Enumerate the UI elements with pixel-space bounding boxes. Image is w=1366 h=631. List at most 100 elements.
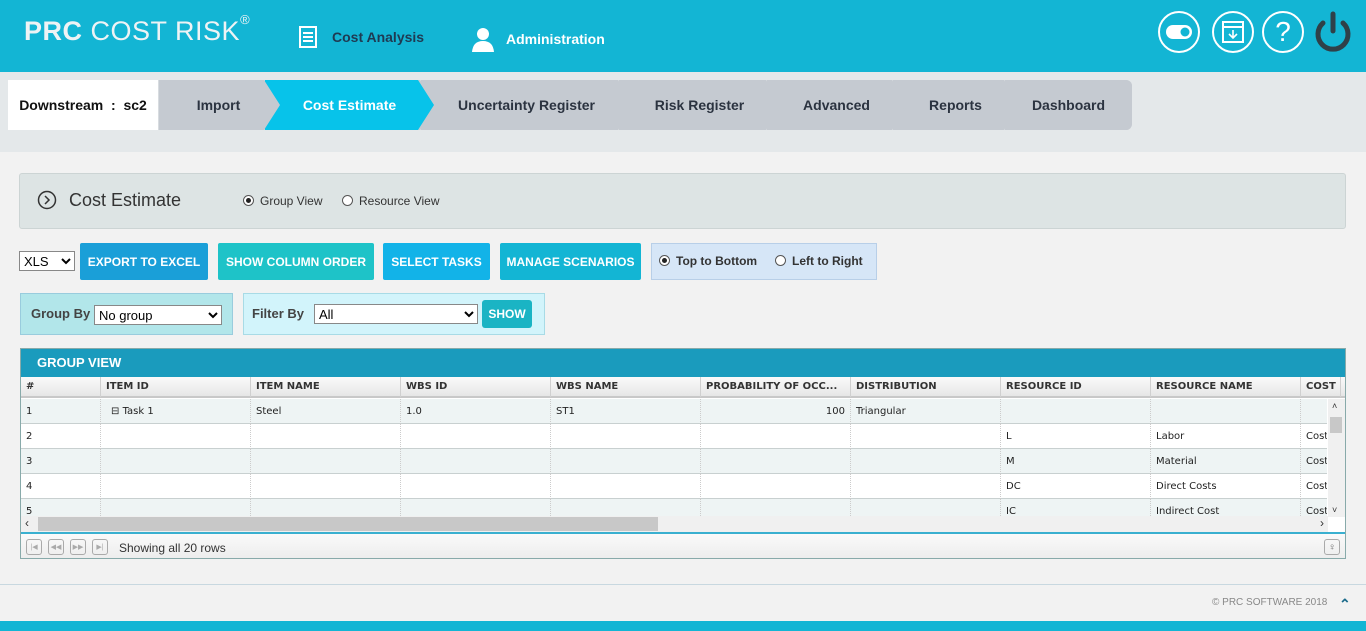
- top-header: PRC COST RISK® Cost Analysis Administrat…: [0, 0, 1366, 72]
- table-cell: [851, 474, 1001, 499]
- table-cell: 4: [21, 474, 101, 499]
- table-cell: [401, 449, 551, 474]
- step-import[interactable]: Import: [158, 80, 278, 130]
- table-row[interactable]: 5 IC Indirect Cost Cost: [21, 499, 1327, 517]
- table-row[interactable]: 2 L Labor Cost: [21, 424, 1327, 449]
- help-icon[interactable]: ?: [1262, 11, 1304, 53]
- column-header[interactable]: COST U: [1301, 377, 1341, 397]
- column-header[interactable]: RESOURCE NAME: [1151, 377, 1301, 397]
- table-cell: 100: [701, 399, 851, 424]
- list-icon: [299, 26, 317, 48]
- toggle-icon[interactable]: [1158, 11, 1200, 53]
- table-cell: [701, 499, 851, 517]
- bottom-bar: [0, 621, 1366, 631]
- format-select[interactable]: XLS: [19, 251, 75, 271]
- table-cell: [851, 424, 1001, 449]
- table-cell: 1: [21, 399, 101, 424]
- column-header[interactable]: ITEM NAME: [251, 377, 401, 397]
- show-column-order-button[interactable]: SHOW COLUMN ORDER: [218, 243, 374, 280]
- project-label: Downstream : sc2: [8, 80, 158, 130]
- resource-view-radio[interactable]: Resource View: [342, 194, 439, 208]
- column-header[interactable]: WBS ID: [401, 377, 551, 397]
- group-view-radio[interactable]: Group View: [243, 194, 322, 208]
- table-cell: [251, 424, 401, 449]
- table-cell: [1301, 399, 1327, 424]
- prev-page-button[interactable]: ◀◀: [48, 539, 64, 555]
- table-cell: Triangular: [851, 399, 1001, 424]
- table-cell: Cost: [1301, 424, 1327, 449]
- manage-scenarios-button[interactable]: MANAGE SCENARIOS: [500, 243, 641, 280]
- table-cell: [701, 449, 851, 474]
- step-reports[interactable]: Reports: [892, 80, 1018, 130]
- table-cell: Indirect Cost: [1151, 499, 1301, 517]
- column-header[interactable]: ITEM ID: [101, 377, 251, 397]
- orientation-group: Top to Bottom Left to Right: [651, 243, 877, 280]
- top-to-bottom-radio[interactable]: Top to Bottom: [659, 254, 757, 268]
- table-cell: [101, 449, 251, 474]
- table-cell: M: [1001, 449, 1151, 474]
- nav-cost-analysis[interactable]: Cost Analysis: [298, 26, 424, 48]
- footer-divider: [0, 584, 1366, 585]
- select-tasks-button[interactable]: SELECT TASKS: [383, 243, 490, 280]
- show-button[interactable]: SHOW: [482, 300, 532, 328]
- copyright: © PRC SOFTWARE 2018: [1212, 597, 1328, 608]
- table-cell: [101, 474, 251, 499]
- table-cell: [401, 499, 551, 517]
- column-header[interactable]: RESOURCE ID: [1001, 377, 1151, 397]
- first-page-button[interactable]: |◀: [26, 539, 42, 555]
- last-page-button[interactable]: ▶|: [92, 539, 108, 555]
- chevron-circle-icon[interactable]: [37, 190, 57, 210]
- table-row[interactable]: 3 M Material Cost: [21, 449, 1327, 474]
- workflow-breadcrumb: Downstream : sc2 Import Cost Estimate Un…: [8, 80, 1132, 130]
- table-cell: ⊟ Task 1: [101, 399, 251, 424]
- filter-by-select[interactable]: All: [314, 304, 478, 324]
- table-cell: [551, 474, 701, 499]
- step-risk-register[interactable]: Risk Register: [618, 80, 780, 130]
- download-window-icon[interactable]: [1212, 11, 1254, 53]
- table-row[interactable]: 1 ⊟ Task 1 Steel 1.0 ST1 100 Triangular: [21, 399, 1327, 424]
- table-cell: 3: [21, 449, 101, 474]
- left-to-right-radio[interactable]: Left to Right: [775, 254, 863, 268]
- table-cell: Cost: [1301, 449, 1327, 474]
- grid-header: # ITEM ID ITEM NAME WBS ID WBS NAME PROBABILI…: [21, 377, 1345, 398]
- table-cell: Direct Costs: [1151, 474, 1301, 499]
- step-cost-estimate[interactable]: Cost Estimate: [264, 80, 434, 130]
- table-cell: [701, 424, 851, 449]
- next-page-button[interactable]: ▶▶: [70, 539, 86, 555]
- lightbulb-icon[interactable]: ♀: [1324, 539, 1340, 555]
- logo: PRC COST RISK®: [24, 12, 251, 46]
- table-row[interactable]: 4 DC Direct Costs Cost: [21, 474, 1327, 499]
- table-cell: Cost: [1301, 474, 1327, 499]
- table-cell: [1001, 399, 1151, 424]
- table-cell: Material: [1151, 449, 1301, 474]
- group-by-box: Group By No group: [20, 293, 233, 335]
- cost-estimate-panel: Cost Estimate Group View Resource View: [19, 173, 1346, 229]
- column-header[interactable]: #: [21, 377, 101, 397]
- table-cell: [101, 424, 251, 449]
- power-icon[interactable]: [1312, 11, 1354, 53]
- step-advanced[interactable]: Advanced: [766, 80, 906, 130]
- table-cell: [551, 424, 701, 449]
- table-cell: DC: [1001, 474, 1151, 499]
- vertical-scrollbar[interactable]: ˄ ˅: [1328, 399, 1345, 517]
- table-cell: [551, 499, 701, 517]
- horizontal-scrollbar[interactable]: ‹ ›: [21, 516, 1328, 532]
- column-header[interactable]: WBS NAME: [551, 377, 701, 397]
- table-cell: Cost: [1301, 499, 1327, 517]
- grid-body: 1 ⊟ Task 1 Steel 1.0 ST1 100 Triangular 2 L Labor…: [21, 399, 1327, 517]
- collapse-icon[interactable]: ⊟: [111, 406, 123, 417]
- panel-title: Cost Estimate: [69, 190, 182, 210]
- table-cell: 2: [21, 424, 101, 449]
- step-dashboard[interactable]: Dashboard: [1004, 80, 1132, 130]
- scroll-top-icon[interactable]: ⌃: [1339, 596, 1351, 613]
- column-header[interactable]: DISTRIBUTION: [851, 377, 1001, 397]
- column-header[interactable]: PROBABILITY OF OCC...: [701, 377, 851, 397]
- table-cell: [551, 449, 701, 474]
- group-by-select[interactable]: No group: [94, 305, 222, 325]
- table-cell: ST1: [551, 399, 701, 424]
- grid-title: GROUP VIEW: [21, 349, 1345, 377]
- step-uncertainty-register[interactable]: Uncertainty Register: [420, 80, 632, 130]
- export-to-excel-button[interactable]: EXPORT TO EXCEL: [80, 243, 208, 280]
- nav-administration[interactable]: Administration: [470, 26, 605, 52]
- table-cell: IC: [1001, 499, 1151, 517]
